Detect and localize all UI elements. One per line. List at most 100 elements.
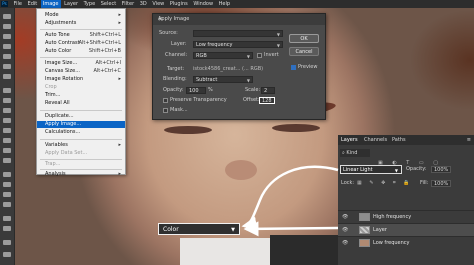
menu-select[interactable]: Select — [99, 0, 118, 8]
tab-paths[interactable]: Paths — [392, 135, 406, 145]
menu-item-trap: Trap... — [45, 161, 61, 167]
menu-item-auto-tone[interactable]: Auto Tone Shift+Ctrl+L — [37, 32, 125, 39]
tab-layers[interactable]: Layers — [341, 135, 358, 145]
menu-image[interactable]: Image — [40, 0, 61, 8]
menu-item-auto-color[interactable]: Auto Color Shift+Ctrl+B — [37, 48, 125, 55]
menu-3d[interactable]: 3D — [138, 0, 149, 8]
menu-filter[interactable]: Filter — [120, 0, 136, 8]
shape-tool-icon[interactable] — [3, 202, 11, 207]
dialog-titlebar[interactable]: Apply Image ✕ — [153, 14, 325, 25]
menu-file[interactable]: File — [12, 0, 24, 8]
menu-view[interactable]: View — [150, 0, 166, 8]
ok-button[interactable]: OK — [289, 34, 319, 43]
chevron-down-icon: ▼ — [246, 78, 250, 83]
channel-dropdown[interactable]: RGB ▼ — [193, 52, 253, 59]
visibility-eye-icon[interactable]: 👁 — [342, 227, 348, 233]
brush-tool-icon[interactable] — [3, 98, 11, 103]
visibility-eye-icon[interactable]: 👁 — [342, 214, 348, 220]
eyedropper-tool-icon[interactable] — [3, 74, 11, 79]
type-tool-icon[interactable] — [3, 182, 11, 187]
menu-item-duplicate[interactable]: Duplicate... — [37, 113, 125, 120]
panel-menu-icon[interactable]: ≡ — [467, 135, 471, 145]
eraser-tool-icon[interactable] — [3, 128, 11, 133]
menu-window[interactable]: Window — [191, 0, 215, 8]
menu-item-apply-image[interactable]: Apply Image... — [37, 121, 125, 128]
opacity-unit: % — [208, 87, 213, 93]
menu-type[interactable]: Type — [82, 0, 97, 8]
mask-label: Mask... — [170, 107, 188, 113]
lock-icons[interactable]: ▦ ✎ ✥ ⌗ 🔒 — [357, 179, 413, 187]
healing-brush-tool-icon[interactable] — [3, 88, 11, 93]
gradient-tool-icon[interactable] — [3, 138, 11, 143]
channel-label: Channel: — [165, 52, 188, 58]
menu-item-crop: Crop — [45, 84, 57, 90]
hand-tool-icon[interactable] — [3, 216, 11, 221]
layer-name: High frequency — [373, 214, 412, 220]
menu-item-canvas-size[interactable]: Canvas Size... Alt+Ctrl+C — [37, 68, 125, 75]
chevron-down-icon: ▼ — [231, 227, 235, 233]
frame-tool-icon[interactable] — [3, 64, 11, 69]
source-dropdown[interactable]: ▼ — [193, 30, 283, 37]
tab-channels[interactable]: Channels — [364, 135, 387, 145]
menu-item-image-size[interactable]: Image Size... Alt+Ctrl+I — [37, 60, 125, 67]
preview-checkbox[interactable] — [291, 65, 296, 70]
menu-item-calculations[interactable]: Calculations... — [37, 129, 125, 136]
blending-label: Blending: — [163, 76, 187, 82]
menu-item-auto-contrast[interactable]: Auto Contrast Alt+Shift+Ctrl+L — [37, 40, 125, 47]
filter-kind-dropdown[interactable]: ⌕ Kind — [340, 149, 370, 157]
zoom-tool-icon[interactable] — [3, 226, 11, 231]
visibility-eye-icon[interactable]: 👁 — [342, 240, 348, 246]
move-tool-icon[interactable] — [3, 14, 11, 19]
menu-help[interactable]: Help — [217, 0, 232, 8]
pen-tool-icon[interactable] — [3, 172, 11, 177]
menu-item-trim[interactable]: Trim... — [37, 92, 125, 99]
menu-item-reveal-all[interactable]: Reveal All — [37, 100, 125, 107]
stamp-tool-icon[interactable] — [3, 108, 11, 113]
foreground-color-icon[interactable] — [3, 240, 11, 245]
scale-label: Scale: — [245, 87, 261, 93]
menu-layer[interactable]: Layer — [62, 0, 80, 8]
marquee-tool-icon[interactable] — [3, 24, 11, 29]
cancel-button[interactable]: Cancel — [289, 47, 319, 56]
menu-edit[interactable]: Edit — [26, 0, 40, 8]
history-brush-tool-icon[interactable] — [3, 118, 11, 123]
layer-row-high-frequency[interactable]: 👁 High frequency — [338, 210, 474, 223]
menu-item-mode[interactable]: Mode ▸ — [37, 12, 125, 19]
fill-label: Fill: — [420, 180, 429, 186]
layer-row-layer[interactable]: 👁 Layer — [338, 223, 474, 236]
layer-thumbnail — [359, 239, 370, 247]
opacity-input[interactable]: 100 — [186, 87, 206, 94]
quick-select-tool-icon[interactable] — [3, 44, 11, 49]
offset-input[interactable]: 128 — [259, 97, 275, 104]
opacity-label: Opacity: — [406, 166, 427, 172]
quick-mask-icon[interactable] — [3, 252, 11, 257]
layer-label: Layer: — [171, 41, 187, 47]
blending-dropdown[interactable]: Subtract ▼ — [193, 76, 253, 83]
menu-item-variables[interactable]: Variables ▸ — [37, 142, 125, 149]
layer-opacity-input[interactable]: 100% — [431, 166, 451, 173]
offset-label: Offset: — [243, 97, 260, 103]
close-icon[interactable]: ✕ — [158, 14, 321, 25]
mask-checkbox[interactable] — [163, 108, 168, 113]
menu-item-analysis[interactable]: Analysis ▸ — [37, 171, 125, 177]
chevron-down-icon: ▼ — [394, 168, 398, 173]
invert-checkbox[interactable] — [257, 53, 262, 58]
layer-dropdown[interactable]: Low frequency ▼ — [193, 41, 283, 48]
layers-panel-tabs: Layers Channels Paths ≡ — [338, 135, 474, 145]
layer-fill-input[interactable]: 100% — [431, 180, 451, 187]
preserve-transparency-label: Preserve Transparency — [170, 97, 227, 103]
color-blend-callout[interactable]: Color ▼ — [158, 223, 240, 235]
lasso-tool-icon[interactable] — [3, 34, 11, 39]
menu-item-image-rotation[interactable]: Image Rotation ▸ — [37, 76, 125, 83]
preserve-transparency-checkbox[interactable] — [163, 98, 168, 103]
menu-plugins[interactable]: Plugins — [168, 0, 190, 8]
path-select-tool-icon[interactable] — [3, 192, 11, 197]
blend-mode-dropdown[interactable]: Linear Light ▼ — [340, 165, 402, 174]
layer-row-low-frequency[interactable]: 👁 Low frequency — [338, 236, 474, 249]
blur-tool-icon[interactable] — [3, 148, 11, 153]
crop-tool-icon[interactable] — [3, 54, 11, 59]
menu-item-adjustments[interactable]: Adjustments ▸ — [37, 20, 125, 27]
source-label: Source: — [159, 30, 178, 36]
scale-input[interactable]: 2 — [261, 87, 275, 94]
dodge-tool-icon[interactable] — [3, 158, 11, 163]
